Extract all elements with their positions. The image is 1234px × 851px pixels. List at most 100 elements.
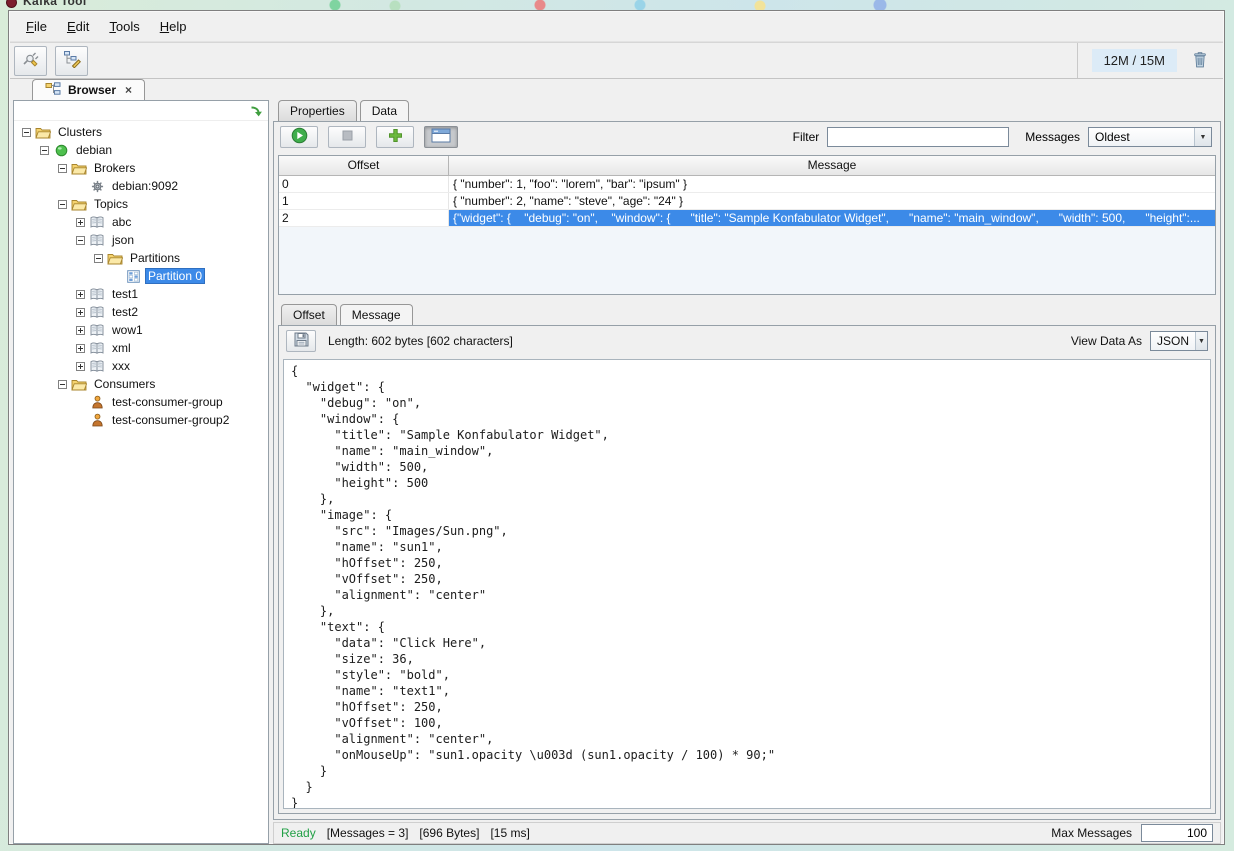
status-ready: Ready — [281, 826, 316, 840]
chevron-down-icon: ▼ — [1194, 128, 1211, 146]
column-header-message[interactable]: Message — [449, 156, 1215, 175]
tree-item-test2[interactable]: test2 — [14, 303, 268, 321]
tree-item-label: xml — [109, 340, 134, 356]
tree-item-label: Partition 0 — [145, 268, 205, 284]
toggle-detail-panel-button[interactable] — [424, 126, 458, 148]
add-cluster-button[interactable] — [14, 46, 47, 76]
tab-properties[interactable]: Properties — [278, 100, 357, 121]
offset-cell: 1 — [279, 193, 449, 209]
play-icon — [291, 127, 308, 147]
minimize-panel-icon[interactable] — [249, 104, 263, 118]
menu-bar: FileEditToolsHelp — [10, 12, 1223, 42]
collapse-toggle[interactable] — [76, 236, 85, 245]
tree-item-label: Partitions — [127, 250, 183, 266]
edit-tree-icon — [63, 50, 81, 71]
expand-toggle[interactable] — [76, 344, 85, 353]
tab-offset[interactable]: Offset — [281, 304, 337, 325]
topic-icon — [89, 215, 105, 230]
tree-item-label: test2 — [109, 304, 141, 320]
collapse-toggle[interactable] — [58, 164, 67, 173]
tree-item-xxx[interactable]: xxx — [14, 357, 268, 375]
tree-item-topics[interactable]: Topics — [14, 195, 268, 213]
menu-file[interactable]: File — [18, 15, 55, 38]
filter-input[interactable] — [827, 127, 1009, 147]
column-header-offset[interactable]: Offset — [279, 156, 449, 175]
tab-data[interactable]: Data — [360, 100, 409, 121]
filter-group: Filter Messages Oldest ▼ — [793, 127, 1214, 147]
offset-cell: 2 — [279, 210, 449, 226]
folder-icon — [71, 161, 87, 176]
collapse-toggle[interactable] — [58, 380, 67, 389]
detail-tabs: Offset Message — [278, 304, 1216, 325]
window-title-text: Kafka Tool — [23, 0, 86, 8]
tree-item-wow1[interactable]: wow1 — [14, 321, 268, 339]
tree-item-xml[interactable]: xml — [14, 339, 268, 357]
close-icon[interactable]: × — [125, 83, 132, 97]
expand-toggle[interactable] — [76, 362, 85, 371]
tree-item-consumers[interactable]: Consumers — [14, 375, 268, 393]
expand-toggle[interactable] — [76, 218, 85, 227]
collapse-toggle[interactable] — [22, 128, 31, 137]
tree-item-debian-9092[interactable]: debian:9092 — [14, 177, 268, 195]
tree-item-label: wow1 — [109, 322, 146, 338]
tree-item-label: debian:9092 — [109, 178, 181, 194]
save-message-button[interactable] — [286, 330, 316, 352]
tree-item-abc[interactable]: abc — [14, 213, 268, 231]
tree-item-test1[interactable]: test1 — [14, 285, 268, 303]
tree-panel-header — [14, 101, 268, 121]
tree-item-label: test-consumer-group — [109, 394, 226, 410]
collapse-toggle[interactable] — [40, 146, 49, 155]
view-data-as-select[interactable]: JSON ▼ — [1150, 331, 1208, 351]
collapse-toggle[interactable] — [58, 200, 67, 209]
stop-button[interactable] — [328, 126, 366, 148]
table-row[interactable]: 0{ "number": 1, "foo": "lorem", "bar": "… — [279, 176, 1215, 193]
gear-icon — [89, 179, 105, 194]
tree-item-json[interactable]: json — [14, 231, 268, 249]
tree-item-label: abc — [109, 214, 134, 230]
view-data-as-label: View Data As — [1071, 334, 1142, 348]
folder-icon — [71, 197, 87, 212]
partition-icon — [125, 269, 141, 284]
detail-toolbar: Length: 602 bytes [602 characters] View … — [279, 326, 1215, 356]
tree-item-partition-0[interactable]: Partition 0 — [14, 267, 268, 285]
tab-browser[interactable]: Browser × — [32, 79, 145, 100]
menu-tools[interactable]: Tools — [101, 15, 147, 38]
tree-item-debian[interactable]: debian — [14, 141, 268, 159]
desktop-background: { "window": { "title_fragment": "Kafka T… — [0, 0, 1234, 851]
max-messages-input[interactable] — [1141, 824, 1213, 842]
menu-edit[interactable]: Edit — [59, 15, 97, 38]
message-cell: { "number": 1, "foo": "lorem", "bar": "i… — [449, 176, 1215, 192]
tree-item-partitions[interactable]: Partitions — [14, 249, 268, 267]
tree-item-label: xxx — [109, 358, 133, 374]
tree-item-test-consumer-group2[interactable]: test-consumer-group2 — [14, 411, 268, 429]
expand-toggle[interactable] — [76, 326, 85, 335]
expand-toggle[interactable] — [76, 308, 85, 317]
messages-order-select[interactable]: Oldest ▼ — [1088, 127, 1212, 147]
expand-toggle[interactable] — [76, 290, 85, 299]
play-button[interactable] — [280, 126, 318, 148]
table-row[interactable]: 2{"widget": { "debug": "on", "window": {… — [279, 210, 1215, 227]
topic-icon — [89, 305, 105, 320]
garbage-collect-button[interactable] — [1187, 48, 1213, 74]
tree-item-brokers[interactable]: Brokers — [14, 159, 268, 177]
folder-icon — [107, 251, 123, 266]
tree-item-label: debian — [73, 142, 115, 158]
tab-message[interactable]: Message — [340, 304, 413, 325]
message-json-viewer[interactable]: { "widget": { "debug": "on", "window": {… — [283, 359, 1211, 809]
status-bar: Ready [Messages = 3] [696 Bytes] [15 ms]… — [273, 822, 1221, 844]
main-toolbar: 12M / 15M — [10, 42, 1223, 79]
table-row[interactable]: 1{ "number": 2, "name": "steve", "age": … — [279, 193, 1215, 210]
add-message-button[interactable] — [376, 126, 414, 148]
message-table-body: 0{ "number": 1, "foo": "lorem", "bar": "… — [279, 176, 1215, 227]
view-data-as-value: JSON — [1151, 334, 1195, 348]
tree-item-clusters[interactable]: Clusters — [14, 123, 268, 141]
offset-cell: 0 — [279, 176, 449, 192]
topic-icon — [89, 341, 105, 356]
consumer-icon — [89, 413, 105, 428]
collapse-toggle[interactable] — [94, 254, 103, 263]
topic-icon — [89, 287, 105, 302]
tree-item-test-consumer-group[interactable]: test-consumer-group — [14, 393, 268, 411]
edit-tree-button[interactable] — [55, 46, 88, 76]
add-connection-icon — [22, 50, 40, 71]
menu-help[interactable]: Help — [152, 15, 195, 38]
